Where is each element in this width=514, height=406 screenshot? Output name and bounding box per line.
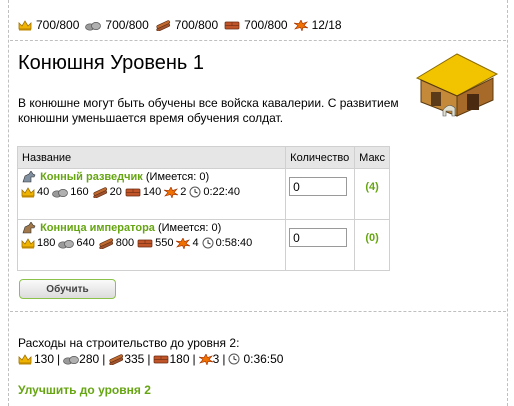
crown-icon: [21, 187, 35, 198]
resource-crown: 700/800: [18, 18, 79, 32]
max-link[interactable]: (4): [354, 168, 390, 220]
unit-owned: (Имеется: 0): [157, 222, 222, 234]
population-icon: [176, 238, 190, 249]
table-header-row: Название Количество Макс: [16, 146, 390, 169]
wood-icon: [155, 20, 171, 31]
quantity-input[interactable]: [289, 228, 348, 247]
crown-icon: [21, 238, 35, 249]
crown-icon: [18, 354, 32, 365]
resource-population: 12/18: [294, 18, 342, 32]
header-max: Макс: [354, 146, 390, 169]
clock-icon: [228, 353, 240, 365]
resource-bar: 700/800 700/800 700/800 700/800 12/18: [18, 16, 348, 34]
unit-cell: Конный разведчик (Имеется: 0) 40 160 20 …: [16, 168, 287, 220]
stone-icon: [52, 187, 68, 198]
stone-icon: [85, 20, 101, 31]
unit-owned: (Имеется: 0): [145, 171, 210, 183]
unit-cell: Конница императора (Имеется: 0) 180 640 …: [16, 219, 287, 271]
quantity-cell: [285, 219, 356, 271]
resource-brick: 700/800: [224, 18, 288, 32]
clock-icon: [189, 186, 201, 198]
divider: [10, 311, 506, 312]
page-title: Конюшня Уровень 1: [18, 52, 205, 74]
quantity-cell: [285, 168, 356, 220]
table-row: Конный разведчик (Имеется: 0) 40 160 20 …: [16, 168, 390, 220]
page-description: В конюшне могут быть обучены все войска …: [18, 96, 399, 125]
population-icon: [199, 354, 213, 365]
max-link[interactable]: (0): [354, 219, 390, 271]
clock-icon: [202, 237, 214, 249]
build-cost: 130 | 280 | 335 | 180 | 3 | 0:36:50: [18, 352, 283, 366]
brick-icon: [137, 238, 153, 249]
build-cost-label: Расходы на строительство до уровня 2:: [18, 336, 240, 350]
crown-icon: [18, 20, 32, 31]
unit-cost: 180 640 800 550 4 0:58:40: [21, 237, 282, 249]
stone-icon: [58, 238, 74, 249]
units-table: Название Количество Макс Конный разведчи…: [16, 146, 390, 271]
unit-cost: 40 160 20 140 2 0:22:40: [21, 186, 282, 198]
horse-scout-icon: [22, 170, 36, 183]
horse-knight-icon: [22, 221, 36, 234]
table-row: Конница императора (Имеется: 0) 180 640 …: [16, 219, 390, 271]
brick-icon: [224, 20, 240, 31]
resource-stone: 700/800: [85, 18, 149, 32]
quantity-input[interactable]: [289, 177, 348, 196]
wood-icon: [92, 187, 108, 198]
population-icon: [294, 20, 308, 31]
unit-name-link[interactable]: Конница императора: [40, 222, 155, 234]
brick-icon: [125, 187, 141, 198]
unit-name-link[interactable]: Конный разведчик: [40, 171, 143, 183]
divider: [10, 40, 506, 41]
brick-icon: [153, 354, 169, 365]
upgrade-link[interactable]: Улучшить до уровня 2: [18, 383, 151, 397]
stable-building-icon: [415, 53, 499, 117]
train-button[interactable]: Обучить: [19, 279, 116, 299]
header-name: Название: [16, 146, 287, 169]
wood-icon: [98, 238, 114, 249]
resource-wood: 700/800: [155, 18, 218, 32]
population-icon: [164, 187, 178, 198]
wood-icon: [108, 354, 124, 365]
stone-icon: [63, 354, 79, 365]
header-quantity: Количество: [285, 146, 356, 169]
